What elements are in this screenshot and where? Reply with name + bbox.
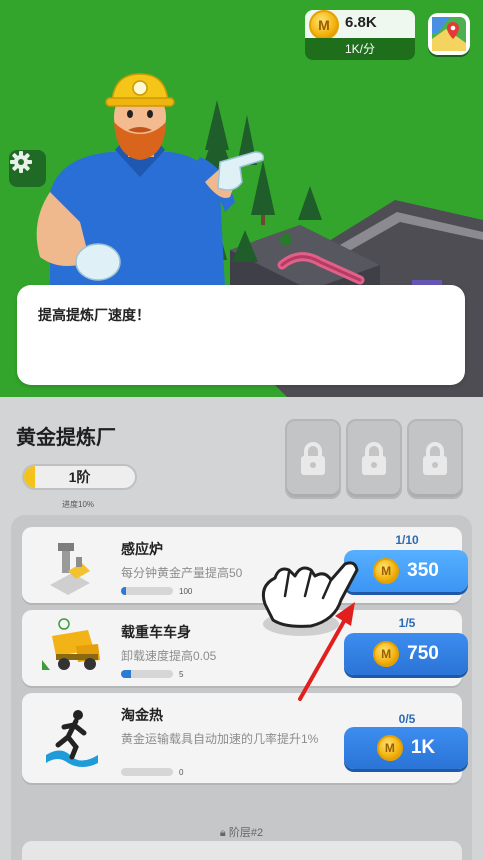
tutorial-hand-pointer	[261, 561, 359, 701]
next-upgrade-card-partial	[22, 841, 462, 860]
upgrade-progress-bar	[121, 587, 173, 595]
tutorial-speech-bubble[interactable]: 提高提炼厂速度！	[17, 285, 465, 385]
locked-slot[interactable]	[346, 419, 402, 499]
upgrade-card-gold-rush: 淘金热 黄金运输载具自动加速的几率提升1% 0 0/5 M 1K	[22, 693, 468, 783]
upgrade-level: 1/5	[398, 616, 416, 630]
coin-icon: M	[373, 641, 400, 667]
upgrade-list[interactable]: 感应炉 每分钟黄金产量提高50 100 1/10 M 350 载重车车身 卸载速…	[11, 515, 472, 860]
map-button[interactable]	[428, 13, 470, 55]
upgrade-level: 0/5	[398, 712, 416, 726]
upgrade-bar-value: 5	[179, 670, 184, 679]
income-rate: 1K/分	[305, 38, 415, 60]
lock-icon	[423, 442, 447, 475]
induction-furnace-icon	[32, 533, 108, 597]
panel-title: 黄金提炼厂	[16, 427, 116, 449]
small-lock-icon: 🔒︎	[219, 827, 226, 839]
upgrade-card-truck-body: 载重车车身 卸载速度提高0.05 5 1/5 M 750	[22, 610, 468, 686]
upgrade-name: 载重车车身	[121, 624, 191, 640]
locked-slot[interactable]	[285, 419, 341, 499]
tutorial-message: 提高提炼厂速度！	[38, 307, 150, 323]
miner-character	[36, 73, 265, 287]
game-scene[interactable]: M 6.8K 1K/分 提高提炼厂速度！	[0, 0, 483, 400]
upgrade-price: 350	[407, 560, 439, 581]
coin-icon: M	[376, 735, 403, 761]
upgrade-progress-bar	[121, 670, 173, 678]
upgrade-level: 1/10	[395, 533, 419, 547]
upgrade-description: 黄金运输载具自动加速的几率提升1%	[121, 732, 319, 746]
refinery-upgrade-panel: 黄金提炼厂 1阶 进度10% 感应炉 每分钟黄金产量提高50 100 1/10 …	[0, 397, 483, 860]
progress-caption: 进度10%	[62, 500, 95, 509]
dump-truck-icon	[32, 616, 108, 680]
floor-label: 🔒︎ 阶层#2	[11, 824, 472, 840]
upgrade-bar-value: 0	[179, 768, 184, 777]
upgrade-name: 感应炉	[121, 541, 163, 557]
floor-label-text: 阶层#2	[228, 827, 264, 839]
coin-icon: M	[373, 558, 400, 584]
upgrade-price: 750	[407, 643, 439, 664]
coin-balance: M 6.8K 1K/分	[305, 10, 415, 60]
upgrade-progress-bar	[121, 768, 173, 776]
coin-amount: 6.8K	[345, 14, 377, 31]
tier-badge: 1阶	[22, 464, 137, 490]
upgrade-name: 淘金热	[121, 707, 163, 723]
upgrade-bar-value: 100	[179, 587, 193, 596]
lock-icon	[362, 442, 386, 475]
lock-icon	[301, 442, 325, 475]
upgrade-price: 1K	[410, 737, 436, 758]
upgrade-card-induction-furnace: 感应炉 每分钟黄金产量提高50 100 1/10 M 350	[22, 527, 468, 603]
buy-upgrade-button[interactable]: M 1K	[344, 727, 468, 769]
running-man-icon	[32, 705, 108, 769]
map-icon	[432, 17, 466, 51]
locked-slot[interactable]	[407, 419, 463, 499]
coin-icon: M	[309, 10, 339, 40]
tier-label: 1阶	[68, 469, 91, 485]
